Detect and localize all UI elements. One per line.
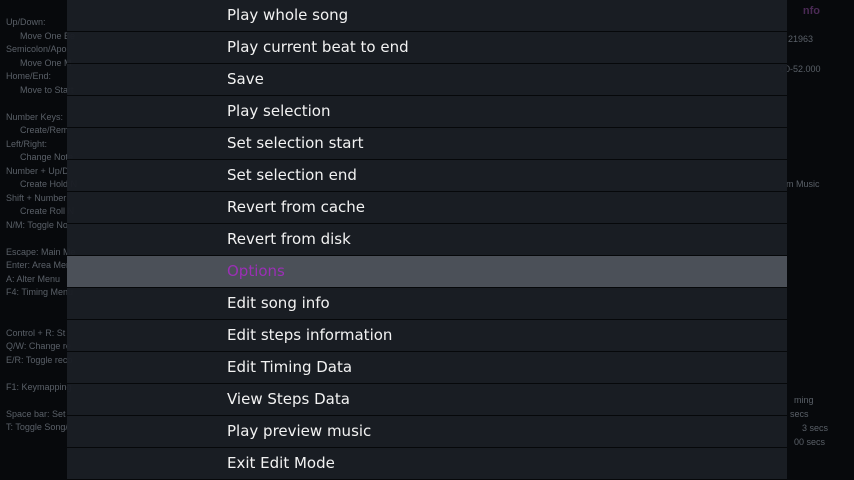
- menu-item-revert-from-disk[interactable]: Revert from disk: [67, 224, 787, 256]
- menu-item-play-preview-music[interactable]: Play preview music: [67, 416, 787, 448]
- menu-item-label: Save: [227, 70, 264, 88]
- info-line: 00 secs: [794, 437, 826, 447]
- info-line: m Music: [786, 179, 820, 189]
- info-line: secs: [790, 409, 809, 419]
- menu-item-options[interactable]: Options: [67, 256, 787, 288]
- menu-item-label: Edit song info: [227, 294, 330, 312]
- info-line: ming: [794, 395, 814, 405]
- menu-item-set-selection-end[interactable]: Set selection end: [67, 160, 787, 192]
- menu-item-revert-from-cache[interactable]: Revert from cache: [67, 192, 787, 224]
- info-line: 3 secs: [802, 423, 829, 433]
- menu-item-save[interactable]: Save: [67, 64, 787, 96]
- menu-item-play-selection[interactable]: Play selection: [67, 96, 787, 128]
- menu-item-edit-song-info[interactable]: Edit song info: [67, 288, 787, 320]
- menu-item-play-current-beat-to-end[interactable]: Play current beat to end: [67, 32, 787, 64]
- menu-item-view-steps-data[interactable]: View Steps Data: [67, 384, 787, 416]
- menu-item-label: Play whole song: [227, 6, 349, 24]
- menu-item-edit-steps-information[interactable]: Edit steps information: [67, 320, 787, 352]
- background-info-panel: nfo 21963 00-52.000 m Music ming secs 3 …: [780, 0, 854, 480]
- menu-item-label: Revert from disk: [227, 230, 351, 248]
- menu-item-label: Revert from cache: [227, 198, 365, 216]
- menu-item-label: Edit Timing Data: [227, 358, 353, 376]
- menu-item-label: View Steps Data: [227, 390, 350, 408]
- menu-item-label: Play selection: [227, 102, 331, 120]
- menu-item-label: Exit Edit Mode: [227, 454, 335, 472]
- edit-main-menu: Play whole song Play current beat to end…: [67, 0, 787, 480]
- menu-item-exit-edit-mode[interactable]: Exit Edit Mode: [67, 448, 787, 480]
- menu-item-label: Set selection start: [227, 134, 364, 152]
- menu-item-label: Options: [227, 262, 285, 280]
- menu-item-play-whole-song[interactable]: Play whole song: [67, 0, 787, 32]
- menu-item-label: Edit steps information: [227, 326, 393, 344]
- info-line: 21963: [788, 34, 814, 44]
- menu-item-set-selection-start[interactable]: Set selection start: [67, 128, 787, 160]
- menu-item-label: Set selection end: [227, 166, 357, 184]
- menu-item-edit-timing-data[interactable]: Edit Timing Data: [67, 352, 787, 384]
- menu-item-label: Play current beat to end: [227, 38, 409, 56]
- info-panel-title: nfo: [802, 5, 820, 17]
- menu-item-label: Play preview music: [227, 422, 372, 440]
